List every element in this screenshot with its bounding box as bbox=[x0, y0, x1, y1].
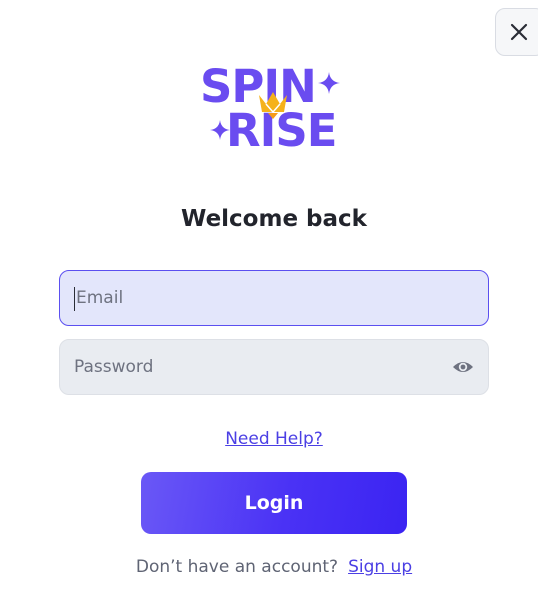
close-icon bbox=[510, 23, 528, 41]
sparkle-icon bbox=[210, 120, 230, 140]
email-field-wrapper bbox=[59, 270, 489, 326]
eye-icon bbox=[453, 362, 473, 372]
help-row: Need Help? bbox=[0, 429, 538, 449]
show-password-toggle[interactable] bbox=[452, 357, 474, 381]
need-help-link[interactable]: Need Help? bbox=[225, 429, 323, 449]
login-modal: SPIN RISE Welcome back Need Help? bbox=[0, 0, 538, 613]
sparkle-icon bbox=[318, 72, 340, 94]
text-caret bbox=[74, 287, 75, 311]
close-button[interactable] bbox=[495, 8, 538, 56]
signup-row: Don’t have an account? Sign up bbox=[0, 557, 538, 577]
signup-prompt: Don’t have an account? bbox=[135, 557, 339, 577]
password-input[interactable] bbox=[60, 340, 488, 394]
login-button[interactable]: Login bbox=[141, 472, 407, 534]
password-field-wrapper bbox=[59, 339, 489, 395]
crown-icon bbox=[259, 92, 287, 119]
signup-link[interactable]: Sign up bbox=[348, 557, 412, 577]
brand-logo: SPIN RISE bbox=[198, 62, 350, 154]
page-title: Welcome back bbox=[181, 206, 367, 232]
email-input[interactable] bbox=[60, 271, 488, 325]
